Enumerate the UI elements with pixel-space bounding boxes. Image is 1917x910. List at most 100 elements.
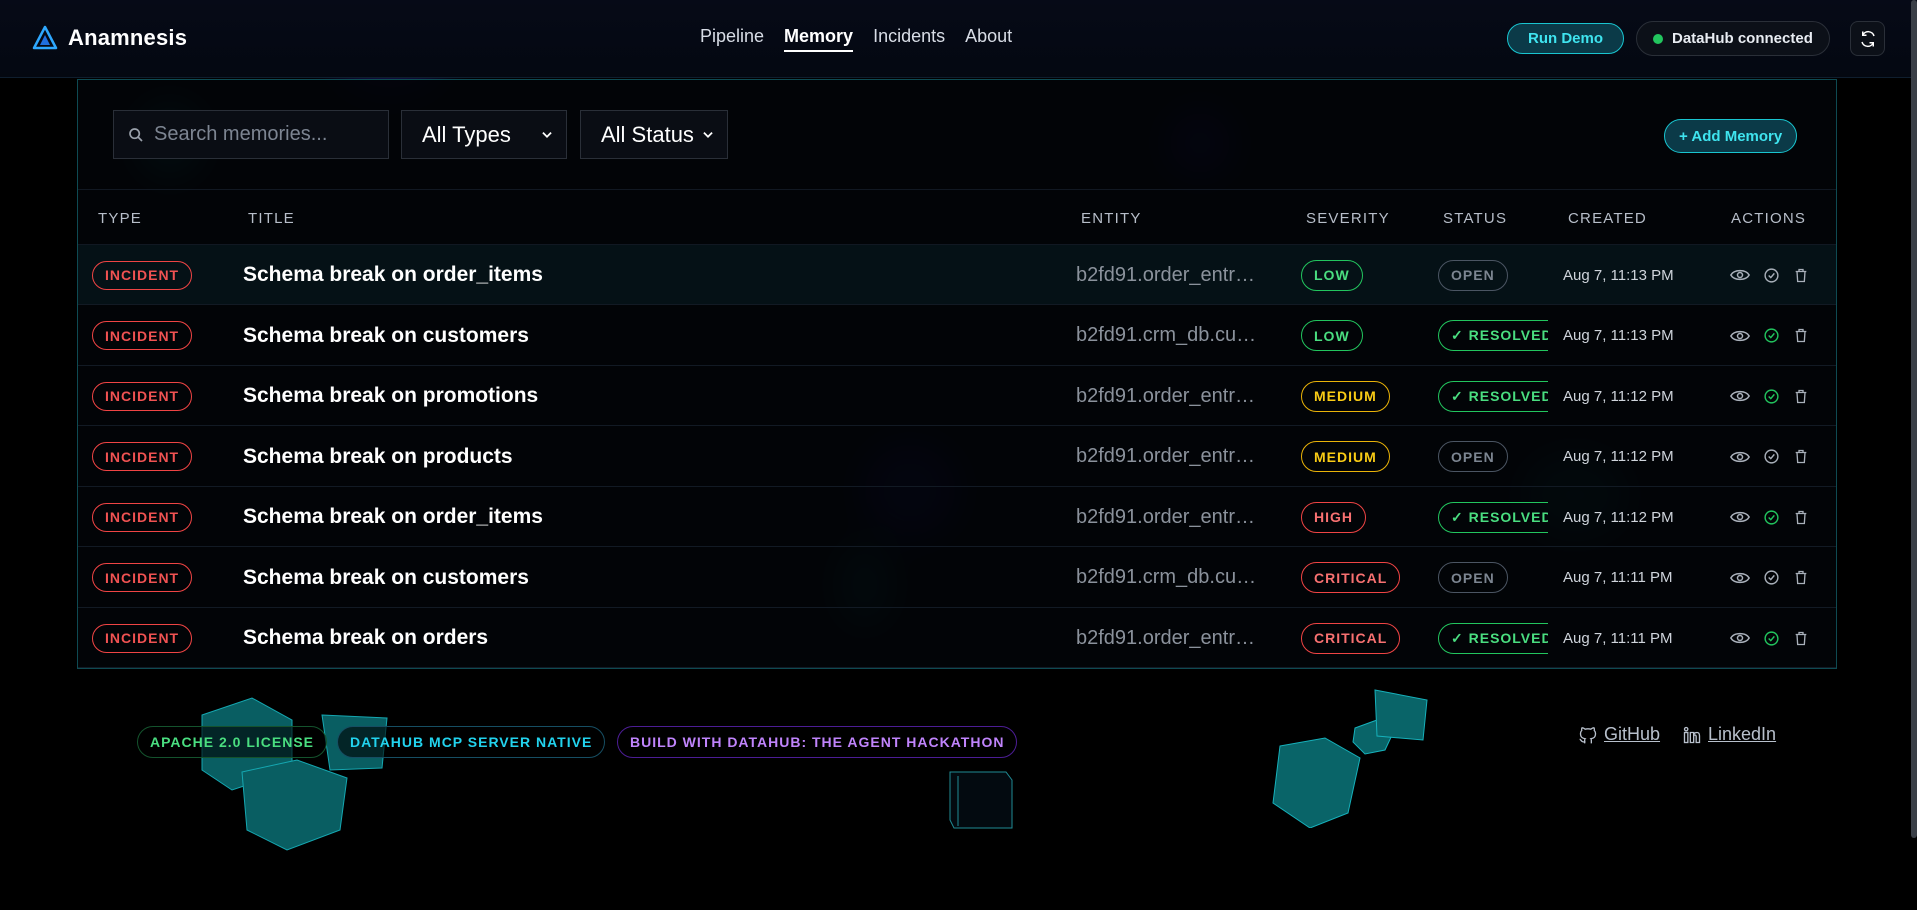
entity-value: b2fd91.crm_db.cu… [1076,566,1257,588]
nav-pipeline[interactable]: Pipeline [700,26,764,52]
title-cell: Schema break on customers [243,548,529,608]
memory-title[interactable]: Schema break on customers [243,566,529,590]
cube-cluster-icon [201,697,388,851]
entity-value: b2fd91.crm_db.cu… [1076,324,1257,346]
status-cell: ✓ RESOLVED [1438,487,1548,547]
page-scrollbar[interactable] [1911,0,1917,838]
resolve-check-icon[interactable] [1763,388,1780,405]
resolve-check-icon[interactable] [1763,630,1780,647]
type-badge: INCIDENT [92,442,193,471]
resolve-check-icon[interactable] [1763,509,1780,526]
type-badge: INCIDENT [92,623,193,653]
run-demo-button[interactable]: Run Demo [1507,23,1624,54]
delete-trash-icon[interactable] [1793,630,1809,647]
created-cell: Aug 7, 11:12 PM [1563,427,1674,487]
actions-cell [1730,487,1809,547]
memory-title[interactable]: Schema break on products [243,445,513,469]
view-eye-icon[interactable] [1730,329,1750,343]
nav-incidents[interactable]: Incidents [873,26,945,52]
title-cell: Schema break on promotions [243,366,538,426]
linkedin-link[interactable]: LinkedIn [1682,724,1776,745]
status-cell: OPEN [1438,245,1508,305]
table-row[interactable]: INCIDENT Schema break on customers b2fd91.… [78,548,1836,608]
view-eye-icon[interactable] [1730,389,1750,403]
search-box[interactable] [113,110,389,159]
table-row[interactable]: INCIDENT Schema break on promotions b2fd91… [78,366,1836,426]
top-header: Anamnesis Pipeline Memory Incidents Abou… [0,0,1917,78]
delete-trash-icon[interactable] [1793,388,1809,405]
type-filter-select[interactable]: All Types [401,110,567,159]
view-eye-icon[interactable] [1730,631,1750,645]
delete-trash-icon[interactable] [1793,327,1809,344]
status-filter-select[interactable]: All Status [580,110,728,159]
github-link[interactable]: GitHub [1578,724,1660,745]
status-badge: OPEN [1438,259,1508,291]
github-label: GitHub [1604,724,1661,744]
search-icon [129,127,143,142]
chevron-down-icon [542,131,552,138]
resolve-check-icon[interactable] [1763,569,1780,586]
entity-cell: b2fd91.crm_db.cu… [1076,548,1272,608]
col-actions: ACTIONS [1731,210,1807,227]
col-created[interactable]: CREATED [1568,210,1647,227]
delete-trash-icon[interactable] [1793,569,1809,586]
col-type[interactable]: TYPE [98,210,142,227]
col-title[interactable]: TITLE [248,210,295,227]
add-memory-button[interactable]: + Add Memory [1664,119,1798,153]
memory-title[interactable]: Schema break on order_items [243,505,543,529]
created-cell: Aug 7, 11:11 PM [1563,608,1673,668]
license-badge: APACHE 2.0 LICENSE [137,726,327,758]
status-cell: OPEN [1438,548,1508,608]
created-cell: Aug 7, 11:12 PM [1563,487,1674,547]
entity-value: b2fd91.order_entr… [1076,263,1256,286]
created-time: Aug 7, 11:12 PM [1563,387,1674,405]
refresh-icon [1860,30,1875,47]
created-time: Aug 7, 11:12 PM [1563,448,1674,465]
status-badge: ✓ RESOLVED [1438,320,1548,351]
type-badge: INCIDENT [92,260,193,290]
view-eye-icon[interactable] [1730,510,1750,524]
resolve-check-icon[interactable] [1763,448,1780,465]
search-input[interactable] [154,123,374,146]
type-badge: INCIDENT [92,381,193,411]
nav-about[interactable]: About [965,26,1012,52]
severity-badge: LOW [1301,259,1363,291]
memory-title[interactable]: Schema break on orders [243,626,488,650]
linkedin-icon [1683,726,1701,743]
table-row[interactable]: INCIDENT Schema break on orders b2fd91.ord… [78,608,1836,668]
table-row[interactable]: INCIDENT Schema break on order_items b2fd9… [78,487,1836,547]
type-cell: INCIDENT [92,245,193,305]
delete-trash-icon[interactable] [1793,448,1809,465]
resolve-check-icon[interactable] [1763,267,1780,284]
severity-cell: CRITICAL [1301,548,1401,608]
col-severity[interactable]: SEVERITY [1306,210,1390,227]
resolve-check-icon[interactable] [1763,327,1780,344]
status-dot-icon [1653,33,1663,44]
main-nav: Pipeline Memory Incidents About [700,26,1012,52]
created-time: Aug 7, 11:11 PM [1563,569,1673,586]
nav-memory[interactable]: Memory [784,26,854,52]
memory-panel: All Types All Status + Add Memory TYPE T… [77,79,1837,669]
memory-title[interactable]: Schema break on customers [243,324,529,348]
type-badge: INCIDENT [92,502,193,532]
delete-trash-icon[interactable] [1793,509,1809,526]
view-eye-icon[interactable] [1730,268,1750,282]
entity-cell: b2fd91.order_entr… [1076,245,1272,305]
title-cell: Schema break on customers [243,306,529,366]
delete-trash-icon[interactable] [1793,267,1809,284]
memory-title[interactable]: Schema break on order_items [243,263,543,287]
table-row[interactable]: INCIDENT Schema break on products b2fd91.o… [78,427,1836,487]
table-row[interactable]: INCIDENT Schema break on customers b2fd91.… [78,306,1836,366]
table-row[interactable]: INCIDENT Schema break on order_items b2fd9… [78,245,1836,305]
col-status[interactable]: STATUS [1443,210,1507,227]
created-cell: Aug 7, 11:12 PM [1563,366,1674,426]
entity-cell: b2fd91.order_entr… [1076,427,1272,487]
refresh-button[interactable] [1850,21,1885,56]
brand[interactable]: Anamnesis [32,25,187,51]
entity-cell: b2fd91.crm_db.cu… [1076,306,1272,366]
type-cell: INCIDENT [92,548,193,608]
col-entity[interactable]: ENTITY [1081,210,1142,227]
memory-title[interactable]: Schema break on promotions [243,384,538,408]
view-eye-icon[interactable] [1730,450,1750,464]
view-eye-icon[interactable] [1730,571,1750,585]
